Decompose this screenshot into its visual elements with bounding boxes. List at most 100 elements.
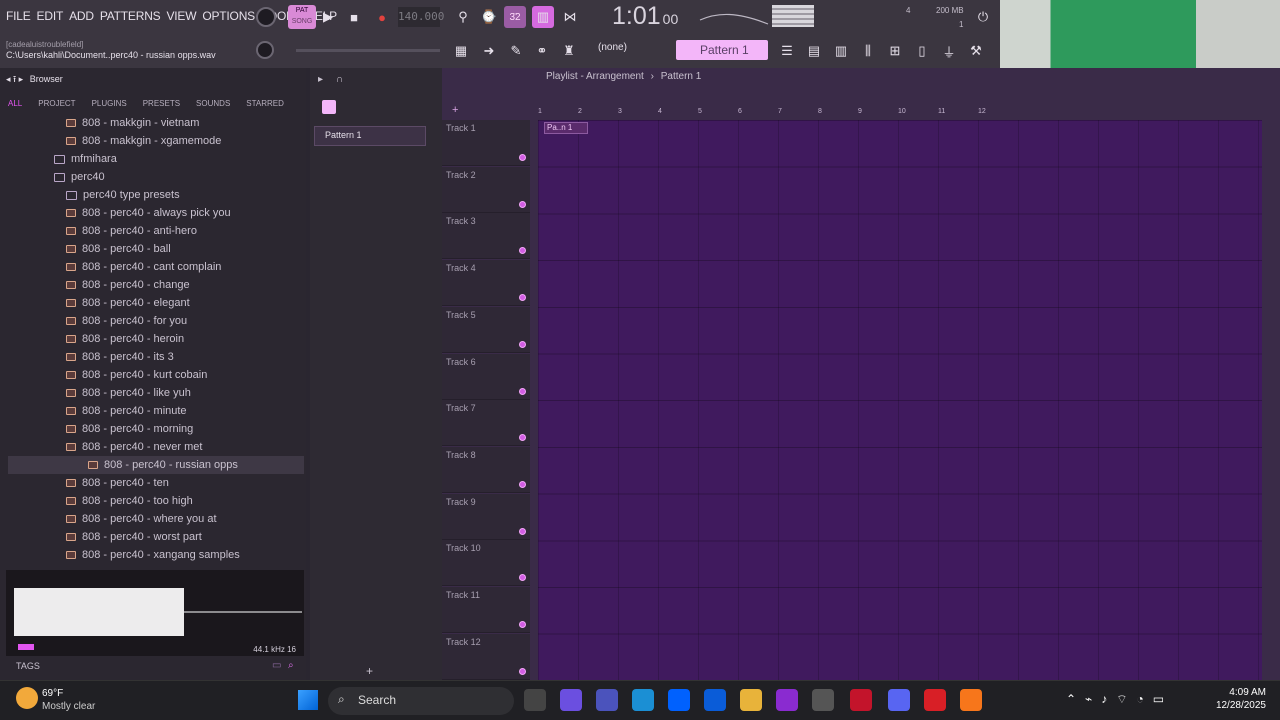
windows-start-icon[interactable] xyxy=(298,690,318,710)
weather-icon[interactable] xyxy=(16,687,38,709)
app-icon[interactable] xyxy=(924,689,946,711)
track-header[interactable]: Track 12 xyxy=(442,633,530,680)
power-button[interactable]: ⏻ xyxy=(972,6,994,28)
track-mute-led[interactable] xyxy=(519,574,526,582)
track-mute-led[interactable] xyxy=(519,294,526,302)
browser-folder-item[interactable]: mfmihara xyxy=(54,150,117,168)
menu-patterns[interactable]: PATTERNS xyxy=(100,9,161,23)
browser-file-item[interactable]: 808 - perc40 - never met xyxy=(66,438,202,456)
track-header[interactable]: Track 9 xyxy=(442,493,530,540)
pattern-list-item[interactable]: Pattern 1 xyxy=(314,126,426,146)
playlist-grid[interactable]: Pa..n 1 xyxy=(538,120,1262,680)
browser-file-item[interactable]: 808 - perc40 - minute xyxy=(66,402,187,420)
track-mute-led[interactable] xyxy=(519,434,526,442)
track-mute-led[interactable] xyxy=(519,621,526,628)
master-volume-knob[interactable] xyxy=(256,7,276,27)
track-mute-led[interactable] xyxy=(519,340,526,348)
opera-icon[interactable] xyxy=(850,689,872,711)
browser-file-item[interactable]: 808 - makkgin - vietnam xyxy=(66,114,199,132)
step-edit-button[interactable]: ⋈ xyxy=(559,6,581,28)
browser-file-item[interactable]: 808 - perc40 - xangang samples xyxy=(66,546,240,564)
track-header[interactable]: Track 1 xyxy=(442,120,530,166)
browser-file-item[interactable]: 808 - perc40 - its 3 xyxy=(66,348,174,366)
teams-icon[interactable] xyxy=(596,689,618,711)
typing-keyboard-button[interactable]: ♜ xyxy=(558,40,580,62)
browser-file-item[interactable]: 808 - perc40 - ten xyxy=(66,474,169,492)
tools-button[interactable]: ⚒ xyxy=(965,40,987,62)
menu-options[interactable]: OPTIONS xyxy=(202,9,255,23)
track-header[interactable]: Track 6 xyxy=(442,353,530,400)
browser-file-item[interactable]: 808 - perc40 - change xyxy=(66,276,190,294)
browser-file-item[interactable]: 808 - perc40 - ball xyxy=(66,240,171,258)
countdown-button[interactable]: 3̈2 xyxy=(504,6,526,28)
mixer-button[interactable]: ⫼ xyxy=(857,40,879,62)
play-button[interactable]: ▶ xyxy=(317,6,339,28)
timeline-ruler[interactable]: 1 2 3 4 5 6 7 8 9 10 11 12 xyxy=(538,108,1262,120)
snap-selector[interactable]: (none) xyxy=(598,42,658,58)
menu-edit[interactable]: EDIT xyxy=(37,9,64,23)
browser-folder-item[interactable]: perc40 type presets xyxy=(66,186,180,204)
track-mute-led[interactable] xyxy=(519,247,526,255)
loop-record-button[interactable]: ▥ xyxy=(532,6,554,28)
file-explorer-icon[interactable] xyxy=(740,689,762,711)
wait-for-input-button[interactable]: ⌚ xyxy=(478,6,500,28)
copilot-icon[interactable] xyxy=(560,689,582,711)
discord-icon[interactable] xyxy=(888,689,910,711)
browser-file-item[interactable]: 808 - perc40 - morning xyxy=(66,420,193,438)
browser-file-item[interactable]: 808 - perc40 - anti-hero xyxy=(66,222,197,240)
weather-widget[interactable]: 69°F Mostly clear xyxy=(42,687,95,713)
browser-file-item[interactable]: 808 - perc40 - too high xyxy=(66,492,193,510)
track-mute-led[interactable] xyxy=(519,667,526,675)
tempo-display[interactable]: 140.000 xyxy=(398,7,444,27)
track-mute-led[interactable] xyxy=(519,200,526,208)
pattern-selector[interactable]: Pattern 1 xyxy=(676,40,768,60)
browser-file-item[interactable]: 808 - perc40 - worst part xyxy=(66,528,202,546)
browser-folder-item[interactable]: perc40 xyxy=(54,168,105,186)
browser-file-item[interactable]: 808 - perc40 - heroin xyxy=(66,330,184,348)
browser-file-item[interactable]: 808 - perc40 - kurt cobain xyxy=(66,366,207,384)
browser-file-item[interactable]: 808 - perc40 - for you xyxy=(66,312,187,330)
browser-file-item[interactable]: 808 - perc40 - elegant xyxy=(66,294,190,312)
arrow-right-icon[interactable]: ▸ xyxy=(318,74,323,85)
master-pitch-knob[interactable] xyxy=(256,41,274,59)
magnet-icon[interactable]: ∩ xyxy=(336,74,343,85)
track-header[interactable]: Track 4 xyxy=(442,260,530,307)
stop-button[interactable]: ■ xyxy=(343,6,365,28)
snap-button[interactable]: ➜ xyxy=(478,40,500,62)
browser-file-item[interactable]: 808 - makkgin - xgamemode xyxy=(66,132,221,150)
tab-plugins[interactable]: PLUGINS xyxy=(84,99,135,108)
task-view-icon[interactable] xyxy=(524,689,546,711)
menu-add[interactable]: ADD xyxy=(69,9,94,23)
browser-button[interactable]: ⊞ xyxy=(884,40,906,62)
playlist-view-button[interactable]: ▦ xyxy=(450,40,472,62)
browser-nav-icon[interactable]: ◂ ⭱ ▸ xyxy=(6,74,23,84)
track-header[interactable]: Track 11 xyxy=(442,587,530,633)
clock[interactable]: 4:09 AM 12/28/2025 xyxy=(1212,686,1266,712)
fl-studio-icon[interactable] xyxy=(960,689,982,711)
track-header[interactable]: Track 3 xyxy=(442,213,530,260)
dropbox-icon[interactable] xyxy=(668,689,690,711)
folder-icon[interactable]: ▭ xyxy=(272,660,281,671)
playlist-button[interactable]: ☰ xyxy=(776,40,798,62)
pattern-clip[interactable]: Pa..n 1 xyxy=(544,122,588,134)
track-header[interactable]: Track 7 xyxy=(442,400,530,447)
draw-tool-button[interactable]: ✎ xyxy=(505,40,527,62)
track-header[interactable]: Track 5 xyxy=(442,306,530,353)
system-tray[interactable]: ⌃⌁♪⌔◔▭ xyxy=(1066,692,1173,707)
menu-file[interactable]: FILE xyxy=(6,9,31,23)
camera-icon[interactable] xyxy=(812,689,834,711)
browser-file-item[interactable]: 808 - perc40 - where you at xyxy=(66,510,217,528)
track-header[interactable]: Track 10 xyxy=(442,540,530,587)
tab-project[interactable]: PROJECT xyxy=(30,99,83,108)
taskbar-search[interactable]: ⌕ Search xyxy=(328,687,514,715)
piano-roll-button[interactable]: ▤ xyxy=(803,40,825,62)
track-mute-led[interactable] xyxy=(519,154,526,161)
browser-file-item[interactable]: 808 - perc40 - russian opps xyxy=(8,456,304,474)
master-slider[interactable] xyxy=(296,49,440,52)
mail-icon[interactable] xyxy=(704,689,726,711)
pat-song-toggle[interactable]: PAT SONG xyxy=(288,5,316,29)
track-mute-led[interactable] xyxy=(519,527,526,535)
browser-file-item[interactable]: 808 - perc40 - like yuh xyxy=(66,384,191,402)
channel-rack-button[interactable]: ▥ xyxy=(830,40,852,62)
tab-sounds[interactable]: SOUNDS xyxy=(188,99,238,108)
